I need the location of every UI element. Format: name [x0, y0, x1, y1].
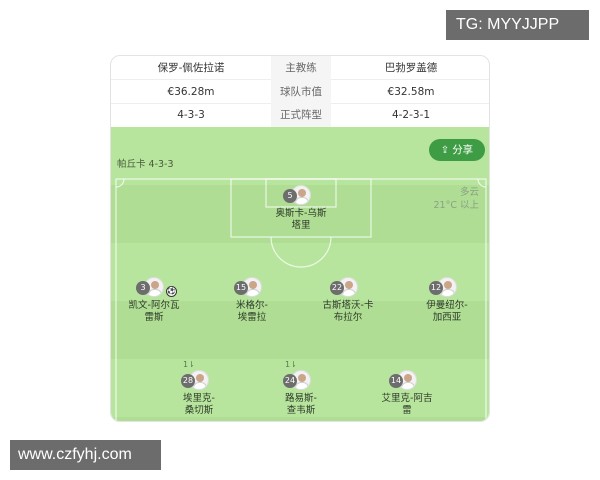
- substitution-mark: 1⇂: [285, 360, 297, 369]
- weather-condition: 多云: [459, 187, 479, 198]
- weather-temperature: 21°C 以上: [433, 200, 480, 211]
- away-formation: 4-2-3-1: [391, 109, 431, 121]
- player-name-line1: 奥斯卡-乌斯: [275, 208, 327, 219]
- player-name-line2: 雷斯: [144, 312, 164, 323]
- share-button[interactable]: ⇪ 分享: [429, 139, 485, 161]
- player-name: 路易斯- 查韦斯: [261, 393, 341, 417]
- player-name-line2: 加西亚: [432, 312, 462, 323]
- player-name-line1: 米格尔-: [236, 300, 268, 311]
- lineup-card: 保罗-佩佐拉诺 主教练 巴勃罗盖德 €36.28m 球队市值 €32.58m 4…: [110, 55, 490, 422]
- coach-row: 保罗-佩佐拉诺 主教练 巴勃罗盖德: [111, 56, 489, 80]
- player-name: 埃里克- 桑切斯: [159, 393, 239, 417]
- player-name-line1: 路易斯-: [285, 393, 317, 404]
- share-label: 分享: [452, 144, 474, 156]
- player-name-line2: 雷: [402, 405, 412, 416]
- coach-label: 主教练: [271, 56, 331, 80]
- share-icon: ⇪: [440, 145, 450, 156]
- player-number-badge: 28: [181, 374, 195, 388]
- player-name: 伊曼纽尔- 加西亚: [407, 300, 487, 324]
- market-value-row: €36.28m 球队市值 €32.58m: [111, 80, 489, 104]
- player-number-badge: 3: [136, 281, 150, 295]
- player-name: 古斯塔沃-卡 布拉尔: [308, 300, 388, 324]
- player-number-badge: 5: [283, 189, 297, 203]
- player-name-line1: 埃里克-: [183, 393, 215, 404]
- player-name-line1: 艾里克-阿吉: [381, 393, 433, 404]
- weather-info: 多云 21°C 以上: [417, 186, 480, 212]
- player-name-line2: 布拉尔: [333, 312, 363, 323]
- player-name-line2: 塔里: [291, 220, 311, 231]
- player-name-line2: 桑切斯: [184, 405, 214, 416]
- player-number-badge: 14: [389, 374, 403, 388]
- player-name-line1: 凯文-阿尔瓦: [128, 300, 180, 311]
- formation-label: 正式阵型: [271, 103, 331, 127]
- player-name: 艾里克-阿吉 雷: [367, 393, 447, 417]
- player-name: 米格尔- 埃雷拉: [212, 300, 292, 324]
- goal-ball-icon: ⚽: [166, 286, 177, 297]
- player-name: 奥斯卡-乌斯 塔里: [261, 208, 341, 232]
- home-formation: 4-3-3: [177, 109, 205, 121]
- home-coach: 保罗-佩佐拉诺: [157, 62, 225, 74]
- watermark-bottom: www.czfyhj.com: [10, 440, 161, 470]
- team-formation-label: 帕丘卡 4-3-3: [117, 159, 174, 170]
- home-market-value: €36.28m: [167, 86, 215, 98]
- formation-row: 4-3-3 正式阵型 4-2-3-1: [111, 103, 489, 127]
- watermark-top: TG: MYYJJPP: [446, 10, 589, 40]
- player-name: 凯文-阿尔瓦 雷斯: [114, 300, 194, 324]
- pitch: 帕丘卡 4-3-3 ⇪ 分享 多云 21°C 以上 5 奥斯卡-乌斯 塔里 3 ⚽…: [111, 127, 489, 421]
- player-number-badge: 22: [330, 281, 344, 295]
- team-comparison-table: 保罗-佩佐拉诺 主教练 巴勃罗盖德 €36.28m 球队市值 €32.58m 4…: [111, 56, 489, 127]
- player-number-badge: 15: [234, 281, 248, 295]
- away-coach: 巴勃罗盖德: [384, 62, 438, 74]
- player-number-badge: 24: [283, 374, 297, 388]
- away-market-value: €32.58m: [387, 86, 435, 98]
- player-number-badge: 12: [429, 281, 443, 295]
- player-name-line1: 伊曼纽尔-: [426, 300, 468, 311]
- substitution-mark: 1⇂: [183, 360, 195, 369]
- player-name-line2: 埃雷拉: [237, 312, 267, 323]
- player-name-line2: 查韦斯: [286, 405, 316, 416]
- player-name-line1: 古斯塔沃-卡: [322, 300, 374, 311]
- market-value-label: 球队市值: [271, 80, 331, 104]
